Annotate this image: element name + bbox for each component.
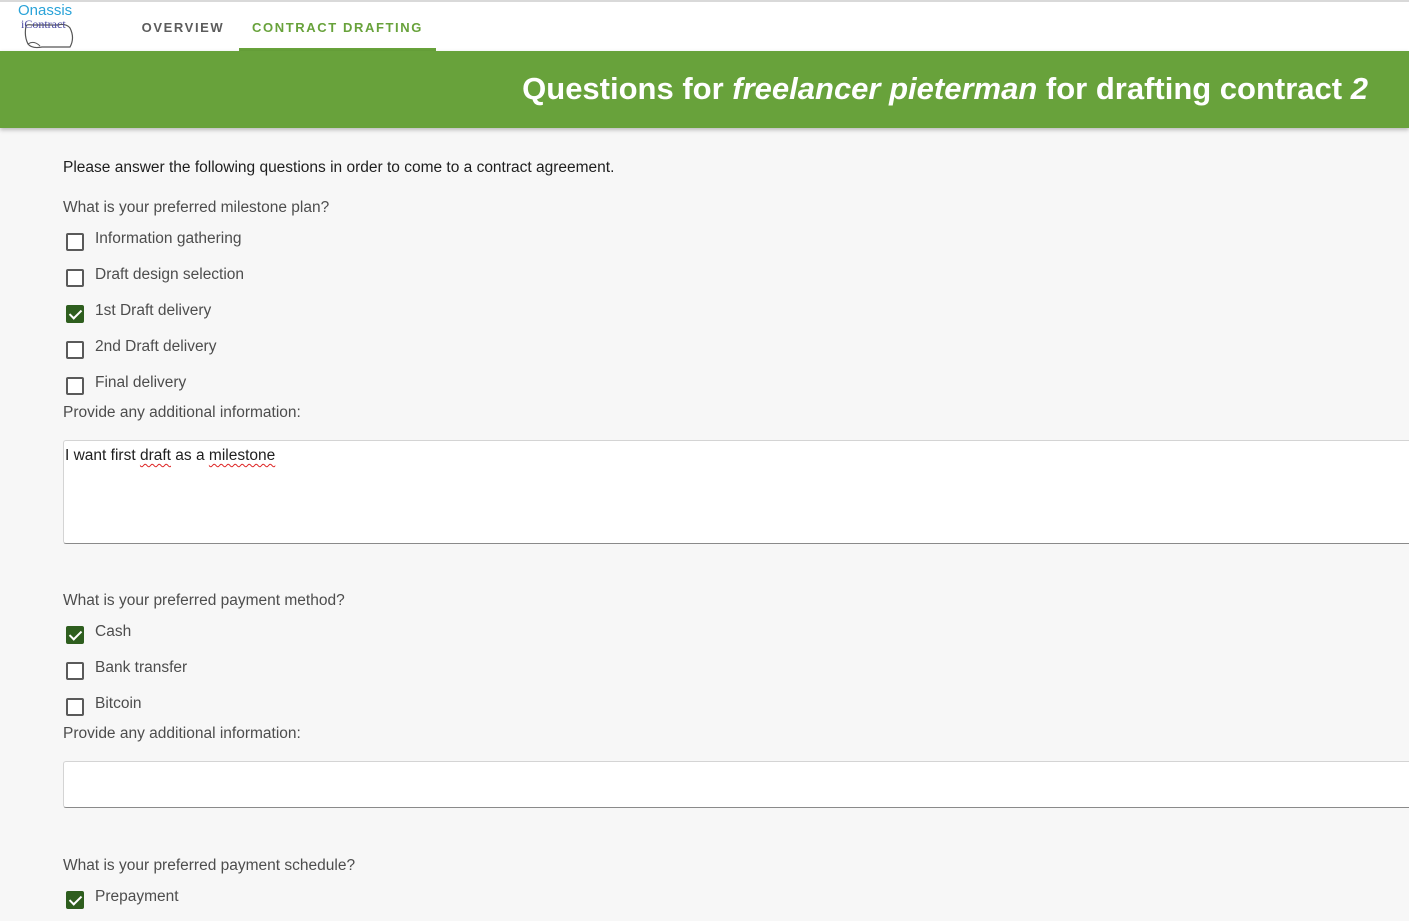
option-2nd-draft-delivery[interactable]: 2nd Draft delivery bbox=[63, 338, 363, 359]
logo-wordmark-bottom: iContract bbox=[21, 17, 66, 31]
option-label: Bank transfer bbox=[95, 659, 188, 676]
option-label: Bitcoin bbox=[95, 695, 142, 712]
checkbox[interactable] bbox=[66, 662, 84, 680]
question-payment-schedule: What is your preferred payment schedule? bbox=[63, 857, 356, 874]
additional-info-label: Provide any additional information: bbox=[63, 725, 301, 742]
option-label: Draft design selection bbox=[95, 266, 245, 283]
question-milestone-plan: What is your preferred milestone plan? bbox=[63, 199, 330, 216]
option-bitcoin[interactable]: Bitcoin bbox=[63, 695, 363, 716]
option-1st-draft-delivery[interactable]: 1st Draft delivery bbox=[63, 302, 363, 323]
option-label: 1st Draft delivery bbox=[95, 302, 212, 319]
tab-overview[interactable]: OVERVIEW bbox=[128, 2, 238, 51]
intro-text: Please answer the following questions in… bbox=[63, 159, 615, 176]
page-banner: Questions for freelancer pieterman for d… bbox=[0, 51, 1409, 128]
misspelled-word: milestone bbox=[208, 447, 276, 464]
option-prepayment[interactable]: Prepayment bbox=[63, 888, 363, 909]
additional-info-label: Provide any additional information: bbox=[63, 404, 301, 421]
title-contract-number: 2 bbox=[1350, 71, 1368, 106]
tab-contract-drafting[interactable]: CONTRACT DRAFTING bbox=[239, 2, 436, 51]
checkbox[interactable] bbox=[66, 341, 84, 359]
checkbox[interactable] bbox=[66, 233, 84, 251]
option-information-gathering[interactable]: Information gathering bbox=[63, 230, 363, 251]
option-label: Prepayment bbox=[95, 888, 179, 905]
option-cash[interactable]: Cash bbox=[63, 623, 363, 644]
question-payment-method: What is your preferred payment method? bbox=[63, 592, 345, 609]
textarea-text: as a bbox=[175, 447, 205, 464]
option-final-delivery[interactable]: Final delivery bbox=[63, 374, 363, 395]
option-label: Final delivery bbox=[95, 374, 187, 391]
onassis-icontract-logo[interactable]: Onassis iContract bbox=[16, 2, 78, 52]
misspelled-word: draft bbox=[139, 447, 171, 464]
page-title: Questions for freelancer pieterman for d… bbox=[522, 71, 1368, 107]
option-draft-design-selection[interactable]: Draft design selection bbox=[63, 266, 363, 287]
textarea-text: I want first bbox=[65, 447, 136, 464]
option-bank-transfer[interactable]: Bank transfer bbox=[63, 659, 363, 680]
option-label: Information gathering bbox=[95, 230, 242, 247]
checkbox[interactable] bbox=[66, 305, 84, 323]
title-freelancer: freelancer pieterman bbox=[732, 71, 1038, 106]
checkbox[interactable] bbox=[66, 891, 84, 909]
additional-info-textarea-payment-method[interactable] bbox=[63, 761, 1409, 808]
title-prefix: Questions for bbox=[522, 71, 724, 106]
additional-info-textarea-milestone[interactable]: I want first draft as a milestone bbox=[63, 440, 1409, 544]
option-label: Cash bbox=[95, 623, 132, 640]
top-navigation-bar: Onassis iContract OVERVIEW CONTRACT DRAF… bbox=[0, 0, 1409, 51]
checkbox[interactable] bbox=[66, 377, 84, 395]
title-middle: for drafting contract bbox=[1045, 71, 1343, 106]
option-label: 2nd Draft delivery bbox=[95, 338, 217, 355]
checkbox[interactable] bbox=[66, 269, 84, 287]
checkbox[interactable] bbox=[66, 626, 84, 644]
checkbox[interactable] bbox=[66, 698, 84, 716]
